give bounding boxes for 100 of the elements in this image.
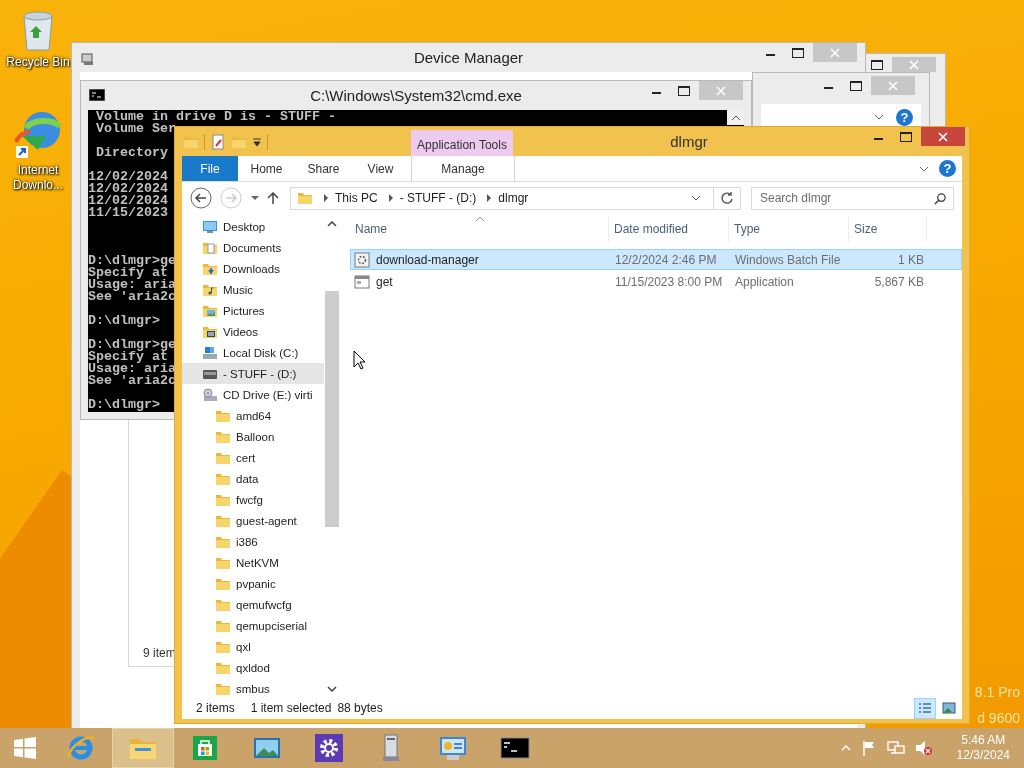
console-line: See 'aria2c <box>88 375 176 387</box>
scroll-up-button[interactable] <box>727 110 744 125</box>
tree-item[interactable]: Documents <box>182 237 324 258</box>
tree-item[interactable]: pvpanic <box>182 573 324 594</box>
console-line: D:\dlmgr>ge <box>88 339 176 351</box>
file-menu-button[interactable]: File <box>182 156 238 181</box>
customize-dropdown-icon[interactable] <box>252 137 262 147</box>
tree-item[interactable]: qemufwcfg <box>182 594 324 615</box>
file-name: download-manager <box>376 252 479 267</box>
date-cell-text: 12/2/2024 2:46 PM <box>614 252 718 267</box>
breadcrumb[interactable]: dlmgr <box>498 191 529 205</box>
gear-icon <box>313 732 345 764</box>
breadcrumb-arrow-icon[interactable] <box>323 194 329 202</box>
type-cell-text: Windows Batch File <box>734 252 842 267</box>
console-line: 12/02/2024 <box>88 183 168 195</box>
ribbon-tab[interactable]: Share <box>295 156 352 181</box>
mouse-pointer-icon <box>353 350 365 370</box>
status-text: 88 bytes <box>337 701 383 715</box>
tree-item[interactable]: qxl <box>182 636 324 657</box>
breadcrumb-arrow-icon[interactable] <box>486 194 493 202</box>
close-icon <box>888 80 898 91</box>
computer-icon <box>80 51 96 67</box>
tree-item[interactable]: Videos <box>182 321 324 342</box>
hard-drive-icon <box>202 344 218 361</box>
application-icon <box>354 273 370 290</box>
properties-icon[interactable] <box>210 134 226 150</box>
folder-icon <box>297 190 313 206</box>
console-icon <box>89 89 105 101</box>
console-line: D:\dlmgr> <box>88 315 160 327</box>
recent-locations-icon[interactable] <box>250 195 260 201</box>
tree-item[interactable]: CD Drive (E:) virti <box>182 384 324 405</box>
tree-item[interactable]: fwcfg <box>182 489 324 510</box>
chevron-down-icon[interactable] <box>874 114 884 120</box>
date-cell-text: 11/15/2023 8:00 PM <box>614 274 724 289</box>
console-line: 11/15/2023 <box>88 207 168 219</box>
tree-item[interactable]: Pictures <box>182 300 324 321</box>
console-line: Specify at <box>88 267 168 279</box>
console-line: 12/02/2024 <box>88 171 168 183</box>
back-button[interactable] <box>190 187 212 209</box>
close-icon <box>830 47 840 58</box>
breadcrumb-arrow-icon[interactable] <box>387 194 394 202</box>
scroll-down-icon[interactable] <box>327 686 337 692</box>
cd-drive-icon <box>202 386 218 403</box>
edition-text: 8.1 Pro <box>974 684 1020 700</box>
search-icon[interactable] <box>934 191 947 205</box>
column-header[interactable]: Size <box>849 216 927 242</box>
windows-logo-icon <box>13 736 37 760</box>
size-cell-text: 1 KB <box>897 252 925 267</box>
ribbon-tab[interactable]: View <box>352 156 409 181</box>
tree-item[interactable]: data <box>182 468 324 489</box>
volume-muted-icon[interactable] <box>914 740 933 756</box>
tree-item[interactable]: guest-agent <box>182 510 324 531</box>
window-title: C:\Windows\System32\cmd.exe <box>309 86 523 104</box>
address-bar[interactable]: This PC - STUFF - (D:) dlmgr <box>290 186 741 210</box>
column-header[interactable]: Type <box>729 216 849 242</box>
tree-item[interactable]: - STUFF - (D:) <box>182 363 324 384</box>
scroll-up-icon[interactable] <box>327 221 337 227</box>
tree-item[interactable]: smbus <box>182 678 324 697</box>
window-title: dlmgr <box>669 132 709 150</box>
tree-item[interactable]: Desktop <box>182 216 324 237</box>
tree-item[interactable]: Local Disk (C:) <box>182 342 324 363</box>
help-button[interactable]: ? <box>939 160 956 177</box>
breadcrumb[interactable]: This PC <box>335 191 378 205</box>
tree-item[interactable]: i386 <box>182 531 324 552</box>
console-line: Directory <box>95 147 168 159</box>
console-line: Specify at <box>88 351 168 363</box>
refresh-icon[interactable] <box>720 191 734 205</box>
breadcrumb[interactable]: - STUFF - (D:) <box>399 191 477 205</box>
tree-item[interactable]: qemupciserial <box>182 615 324 636</box>
search-field[interactable]: Search dlmgr <box>751 186 954 210</box>
tree-item[interactable]: qxldod <box>182 657 324 678</box>
tree-item[interactable]: Downloads <box>182 258 324 279</box>
file-row[interactable]: download-manager 12/2/2024 2:46 PM Windows Batch File 1 KB <box>350 249 962 270</box>
expand-ribbon-icon[interactable] <box>919 165 929 172</box>
gear-file-icon <box>354 251 370 268</box>
tree-item[interactable]: Music <box>182 279 324 300</box>
close-icon <box>909 59 919 70</box>
file-name: get <box>376 274 393 289</box>
console-line: 12/02/2024 <box>88 195 168 207</box>
list-icon <box>918 702 932 714</box>
scrollbar-thumb[interactable] <box>325 291 339 527</box>
tree-item[interactable]: amd64 <box>182 405 324 426</box>
file-row[interactable]: get 11/15/2023 8:00 PM Application 5,867 KB <box>350 271 962 292</box>
history-dropdown-icon[interactable] <box>691 195 701 201</box>
desktop-icon <box>202 218 218 235</box>
scroll-up-icon <box>730 114 741 121</box>
tree-item[interactable]: Balloon <box>182 426 324 447</box>
edition-text: d 9600 <box>977 710 1020 726</box>
image-icon <box>942 702 956 714</box>
up-arrow-icon[interactable] <box>267 191 279 205</box>
close-icon <box>938 131 948 142</box>
column-header[interactable]: Date modified <box>609 216 729 242</box>
tree-item[interactable]: NetKVM <box>182 552 324 573</box>
help-button[interactable]: ? <box>896 108 913 126</box>
ribbon-tab[interactable]: Home <box>238 156 295 181</box>
column-header[interactable]: Name <box>350 216 609 242</box>
tree-item[interactable]: cert <box>182 447 324 468</box>
close-icon <box>716 85 726 96</box>
console-line: Volume in drive D is - STUFF - <box>95 111 336 123</box>
details-view-button[interactable] <box>914 697 936 719</box>
